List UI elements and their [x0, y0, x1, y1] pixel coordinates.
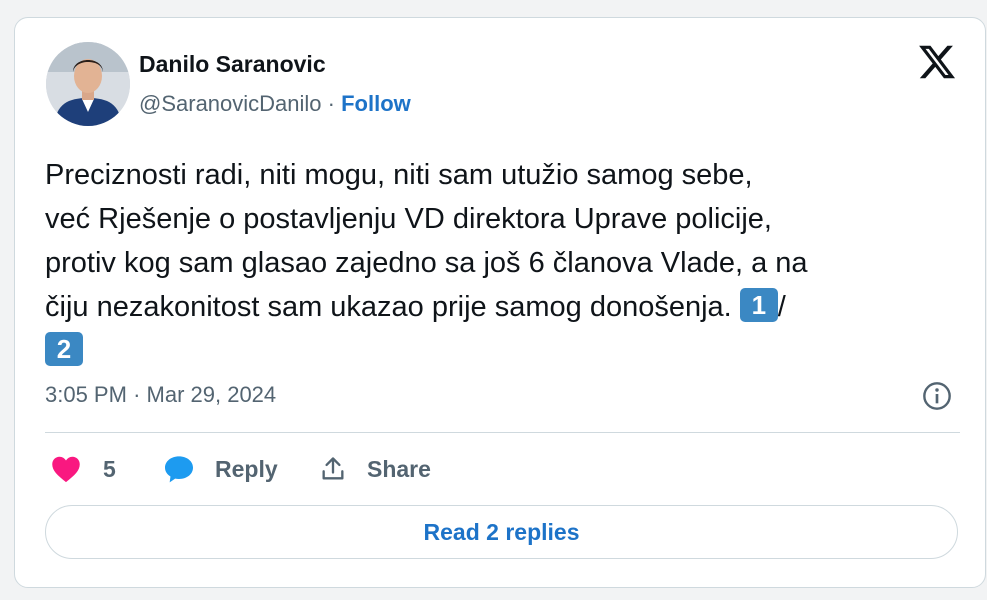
reply-button[interactable]: Reply — [163, 451, 278, 487]
author-name[interactable]: Danilo Saranovic — [139, 51, 326, 78]
read-replies-button[interactable]: Read 2 replies — [45, 505, 958, 559]
share-label: Share — [367, 455, 431, 482]
tweet-date: Mar 29, 2024 — [146, 382, 277, 407]
dot-separator: · — [133, 382, 141, 407]
x-logo-icon[interactable] — [917, 42, 957, 82]
tweet-text-line-4: čiju nezakonitost sam ukazao prije samog… — [45, 291, 732, 323]
tweet-time: 3:05 PM — [45, 382, 127, 407]
tweet-text-line-1: Preciznosti radi, niti mogu, niti sam ut… — [45, 159, 753, 191]
share-icon — [322, 457, 344, 480]
keycap-one-emoji: 1 — [739, 288, 778, 323]
heart-icon — [52, 456, 80, 483]
follow-link[interactable]: Follow — [341, 91, 411, 116]
avatar-photo — [46, 42, 130, 126]
tweet-text-line-3: protiv kog sam glasao zajedno sa još 6 č… — [45, 247, 808, 279]
keycap-two-emoji: 2 — [45, 332, 83, 367]
read-replies-label: Read 2 replies — [423, 518, 580, 545]
tweet-timestamp[interactable]: 3:05 PM · Mar 29, 2024 — [45, 382, 276, 408]
like-button[interactable]: 5 — [51, 451, 116, 487]
author-handle[interactable]: @SaranovicDanilo — [139, 91, 322, 116]
author-handle-row: @SaranovicDanilo · Follow — [139, 91, 411, 117]
speech-bubble-icon — [165, 456, 193, 483]
dot-separator: · — [327, 91, 335, 116]
tweet-card: Danilo Saranovic @SaranovicDanilo · Foll… — [14, 17, 986, 588]
info-icon[interactable] — [921, 380, 953, 412]
tweet-text: Preciznosti radi, niti mogu, niti sam ut… — [45, 153, 975, 373]
divider — [45, 432, 960, 433]
reply-label: Reply — [215, 455, 278, 482]
share-button[interactable]: Share — [319, 451, 431, 487]
avatar[interactable] — [46, 42, 130, 126]
slash-text: / — [777, 291, 786, 323]
tweet-text-line-2: već Rješenje o postavljenju VD direktora… — [45, 203, 772, 235]
like-count: 5 — [103, 455, 116, 482]
